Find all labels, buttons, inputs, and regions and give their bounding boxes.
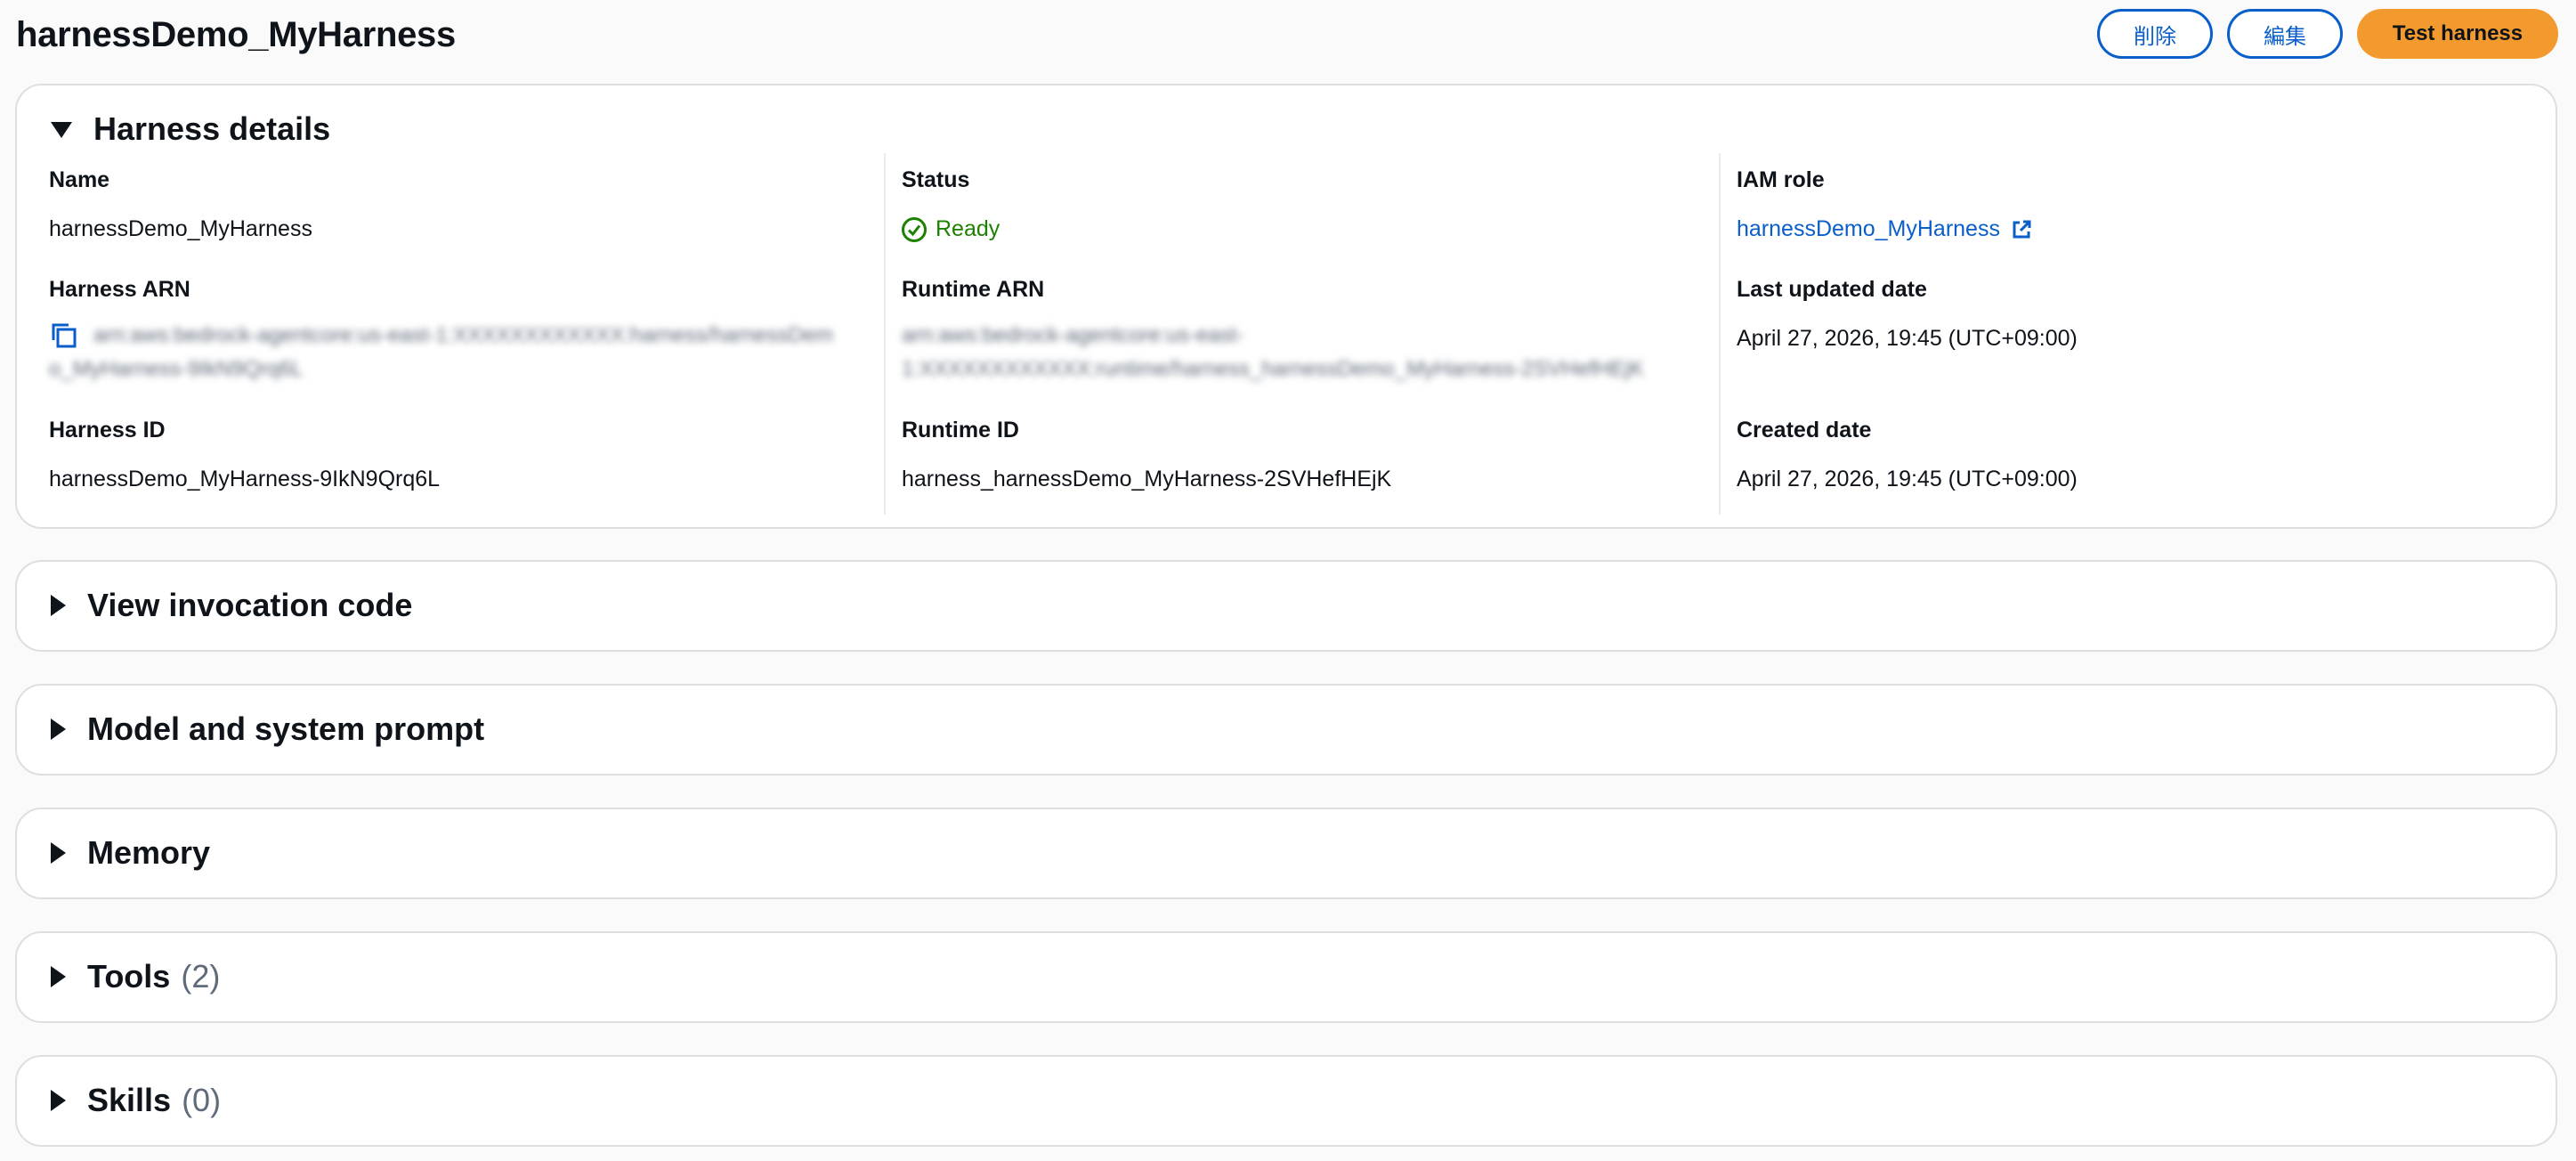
status-value: Ready xyxy=(936,216,1000,241)
invocation-code-title: View invocation code xyxy=(87,587,413,623)
harness-id-field: Harness ID harnessDemo_MyHarness-9IkN9Qr… xyxy=(49,418,440,492)
iam-role-field: IAM role harnessDemo_MyHarness xyxy=(1737,167,2032,242)
runtime-id-value: harness_harnessDemo_MyHarness-2SVHefHEjK xyxy=(902,467,1392,491)
harness-arn-value-line1: arn:aws:bedrock-agentcore:us-east-1:XXXX… xyxy=(93,323,834,347)
tools-toggle[interactable]: Tools (2) xyxy=(51,958,220,995)
invocation-code-panel: View invocation code xyxy=(15,560,2557,652)
page: harnessDemo_MyHarness 削除 編集 Test harness… xyxy=(0,0,2576,1161)
harness-id-label: Harness ID xyxy=(49,418,166,442)
skills-panel: Skills (0) xyxy=(15,1055,2557,1147)
harness-id-value: harnessDemo_MyHarness-9IkN9Qrq6L xyxy=(49,467,441,491)
section-title: Harness details xyxy=(93,110,331,147)
check-circle-icon xyxy=(902,216,927,242)
runtime-arn-label: Runtime ARN xyxy=(902,277,1045,302)
details-column-3: IAM role harnessDemo_MyHarness Last upda… xyxy=(1719,153,2520,515)
copy-icon[interactable] xyxy=(49,321,79,351)
page-header: harnessDemo_MyHarness 削除 編集 Test harness xyxy=(16,0,2560,68)
status-field: Status Ready xyxy=(902,167,1000,242)
caret-right-icon xyxy=(51,595,66,616)
name-label: Name xyxy=(49,167,110,192)
header-actions: 削除 編集 Test harness xyxy=(2097,9,2558,59)
name-field: Name harnessDemo_MyHarness xyxy=(49,167,312,242)
model-prompt-toggle[interactable]: Model and system prompt xyxy=(51,710,484,748)
tools-title: Tools xyxy=(87,958,171,995)
caret-right-icon xyxy=(51,842,66,864)
model-prompt-panel: Model and system prompt xyxy=(15,684,2557,775)
status-indicator: Ready xyxy=(902,216,1000,242)
edit-button[interactable]: 編集 xyxy=(2227,9,2343,59)
memory-panel: Memory xyxy=(15,808,2557,899)
page-title: harnessDemo_MyHarness xyxy=(16,14,456,54)
harness-arn-label: Harness ARN xyxy=(49,277,190,302)
harness-details-panel: Harness details Name harnessDemo_MyHarne… xyxy=(15,84,2557,529)
name-value: harnessDemo_MyHarness xyxy=(49,216,312,241)
runtime-arn-field: Runtime ARN arn:aws:bedrock-agentcore:us… xyxy=(902,277,1644,386)
model-prompt-title: Model and system prompt xyxy=(87,710,485,747)
delete-button[interactable]: 削除 xyxy=(2097,9,2213,59)
test-harness-button[interactable]: Test harness xyxy=(2357,9,2558,59)
created-date-value: April 27, 2026, 19:45 (UTC+09:00) xyxy=(1737,467,2078,491)
iam-role-value: harnessDemo_MyHarness xyxy=(1737,216,2000,241)
external-link-icon xyxy=(2013,220,2031,238)
runtime-arn-value-line2: 1:XXXXXXXXXXXX:runtime/harness_harnessDe… xyxy=(902,357,1644,381)
runtime-arn-value-line1: arn:aws:bedrock-agentcore:us-east- xyxy=(902,323,1244,347)
memory-toggle[interactable]: Memory xyxy=(51,834,210,872)
created-date-label: Created date xyxy=(1737,418,1872,442)
skills-count: (0) xyxy=(182,1082,222,1118)
iam-role-link[interactable]: harnessDemo_MyHarness xyxy=(1737,216,2032,242)
details-column-1: Name harnessDemo_MyHarness Harness ARN a… xyxy=(49,153,886,515)
caret-right-icon xyxy=(51,966,66,987)
last-updated-value: April 27, 2026, 19:45 (UTC+09:00) xyxy=(1737,326,2078,351)
runtime-id-field: Runtime ID harness_harnessDemo_MyHarness… xyxy=(902,418,1391,492)
status-label: Status xyxy=(902,167,970,192)
harness-arn-value-line2: o_MyHarness-9IkN9Qrq6L xyxy=(49,357,304,381)
skills-toggle[interactable]: Skills (0) xyxy=(51,1082,221,1119)
runtime-id-label: Runtime ID xyxy=(902,418,1019,442)
created-date-field: Created date April 27, 2026, 19:45 (UTC+… xyxy=(1737,418,2078,492)
caret-down-icon xyxy=(51,122,72,138)
tools-panel: Tools (2) xyxy=(15,931,2557,1023)
caret-right-icon xyxy=(51,1090,66,1111)
tools-count: (2) xyxy=(181,958,221,995)
harness-details-toggle[interactable]: Harness details xyxy=(51,110,330,148)
harness-arn-field: Harness ARN arn:aws:bedrock-agentcore:us… xyxy=(49,277,833,386)
last-updated-label: Last updated date xyxy=(1737,277,1927,302)
memory-title: Memory xyxy=(87,834,211,871)
iam-role-label: IAM role xyxy=(1737,167,1825,192)
skills-title: Skills xyxy=(87,1082,172,1118)
caret-right-icon xyxy=(51,719,66,740)
details-column-2: Status Ready Runtime ARN arn:aws:bedrock… xyxy=(884,153,1721,515)
last-updated-field: Last updated date April 27, 2026, 19:45 … xyxy=(1737,277,2078,352)
invocation-code-toggle[interactable]: View invocation code xyxy=(51,587,412,624)
